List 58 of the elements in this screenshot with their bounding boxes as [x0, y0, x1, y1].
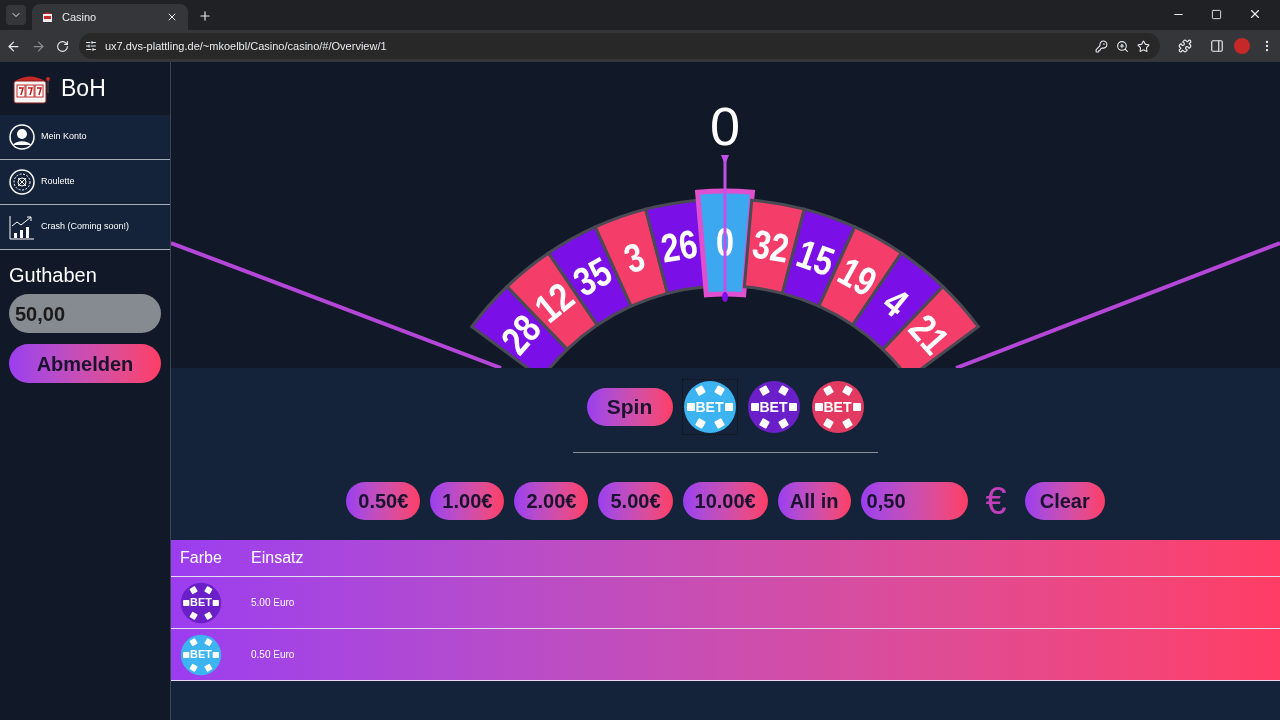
logout-button[interactable]: Abmelden [9, 344, 161, 383]
close-icon[interactable] [166, 11, 178, 23]
sidebar-item-label: Roulette [41, 175, 75, 189]
rising-chart-icon [9, 214, 35, 240]
site-info-icon[interactable] [85, 40, 97, 52]
amount-button[interactable]: 5.00€ [598, 482, 673, 520]
sidebar-item-label: Crash (Coming soon!) [41, 220, 130, 234]
chip-label: BET [759, 399, 788, 414]
wheel-number: 26 [657, 219, 709, 271]
amount-input[interactable]: 0,50 [860, 482, 968, 520]
brand-name: BoH [61, 74, 106, 104]
currency-symbol: € [985, 482, 1007, 520]
wheel-number: 3 [618, 232, 655, 282]
sidebar-item[interactable]: Roulette [0, 160, 170, 205]
amount-value: 0,50 [866, 489, 906, 514]
column-header: Einsatz [251, 548, 304, 568]
bet-chip[interactable]: BET [746, 380, 801, 434]
result-number: 0 [710, 96, 740, 156]
amount-button[interactable]: 10.00€ [682, 482, 768, 520]
bookmark-star-icon[interactable] [1137, 39, 1150, 53]
forward-icon[interactable] [31, 38, 46, 54]
amount-button[interactable]: All in [777, 482, 851, 520]
bet-amount: 0.50 Euro [251, 648, 295, 662]
chip-label: BET [695, 399, 724, 414]
chip-label: BET [190, 649, 212, 660]
sidebar-item-label: Mein Konto [41, 130, 87, 144]
chip-label: BET [823, 399, 852, 414]
close-icon[interactable] [1248, 7, 1262, 21]
bet-chip[interactable]: BET [682, 380, 737, 434]
tab-list-button[interactable] [6, 5, 26, 25]
new-tab-icon[interactable] [198, 9, 212, 23]
side-panel-icon[interactable] [1210, 39, 1224, 53]
reload-icon[interactable] [56, 39, 69, 53]
key-icon[interactable] [1095, 39, 1108, 53]
roulette-wheel-icon [9, 169, 35, 195]
amount-button[interactable]: 1.00€ [430, 482, 505, 520]
column-header: Farbe [179, 548, 223, 568]
clear-button[interactable]: Clear [1024, 482, 1105, 520]
balance-value: 50,00 [15, 301, 66, 327]
user-icon [9, 124, 35, 150]
url-text: ux7.dvs-plattling.de/~mkoelbl/Casino/casino/#/Overview/1 [105, 38, 388, 54]
slot-machine-icon [42, 11, 54, 23]
balance-label: Guthaben [9, 263, 98, 288]
back-icon[interactable] [6, 38, 21, 54]
chip-label: BET [190, 597, 212, 608]
sidebar-item[interactable]: Crash (Coming soon!) [0, 205, 170, 250]
spin-button[interactable]: Spin [586, 388, 673, 426]
zoom-icon[interactable] [1116, 39, 1129, 53]
bet-chip[interactable]: BET [810, 380, 865, 434]
bet-amount: 5.00 Euro [251, 596, 295, 610]
amount-button[interactable]: 2.00€ [514, 482, 589, 520]
maximize-icon[interactable] [1211, 8, 1222, 20]
browser-tab[interactable]: Casino [32, 4, 188, 30]
extensions-icon[interactable] [1178, 39, 1192, 53]
address-bar[interactable]: ux7.dvs-plattling.de/~mkoelbl/Casino/casino/#/Overview/1 [79, 33, 1160, 59]
sidebar-item[interactable]: Mein Konto [0, 115, 170, 160]
amount-button[interactable]: 0.50€ [346, 482, 421, 520]
tab-title: Casino [62, 9, 98, 25]
